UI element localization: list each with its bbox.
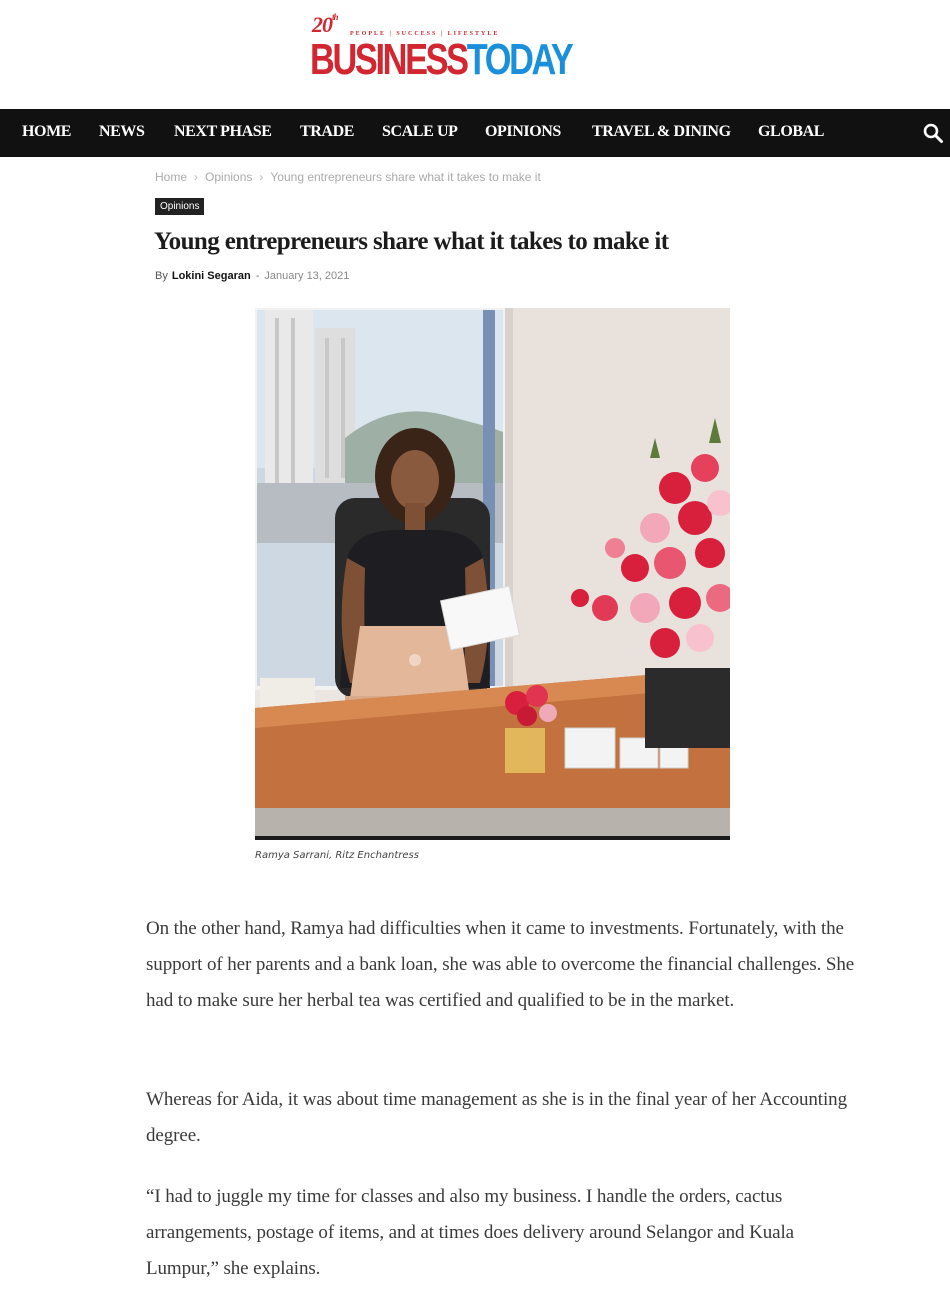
category-badge[interactable]: Opinions [155,198,205,215]
site-logo[interactable]: 20th PEOPLE | SUCCESS | LIFESTYLE BUSINE… [310,12,574,84]
nav-item-global[interactable]: GLOBAL [758,109,824,157]
by-label: By [155,270,168,282]
breadcrumb-separator: › [194,170,199,184]
main-nav: HOME NEWS NEXT PHASE TRADE SCALE UP OPIN… [0,109,950,157]
author-link[interactable]: Lokini Segaran [172,270,251,282]
nav-item-next-phase[interactable]: NEXT PHASE [174,109,272,157]
article-paragraph: Whereas for Aida, it was about time mana… [146,1089,847,1146]
logo-word-today: TODAY [466,35,574,84]
breadcrumb-current: Young entrepreneurs share what it takes … [270,170,541,184]
logo-word-business: BUSINESS [310,35,469,84]
nav-item-scale-up[interactable]: SCALE UP [382,109,458,157]
breadcrumb: Home › Opinions › Young entrepreneurs share … [155,170,541,184]
nav-item-travel-dining[interactable]: TRAVEL & DINING [592,109,731,157]
featured-image-illustration [255,308,730,840]
nav-item-news[interactable]: NEWS [99,109,145,157]
logo-wordmark: BUSINESSTODAY [310,35,574,84]
nav-item-trade[interactable]: TRADE [300,109,354,157]
nav-item-opinions[interactable]: OPINIONS [485,109,561,157]
breadcrumb-opinions[interactable]: Opinions [205,170,252,184]
image-caption: Ramya Sarrani, Ritz Enchantress [255,850,419,861]
publish-date: January 13, 2021 [264,270,350,282]
badge-number: 20 [312,12,333,37]
nav-item-home[interactable]: HOME [22,109,71,157]
breadcrumb-home[interactable]: Home [155,170,187,184]
byline-dash: - [255,270,260,282]
badge-sup: th [332,12,338,22]
breadcrumb-separator: › [259,170,264,184]
article-paragraph: “I had to juggle my time for classes and… [146,1186,794,1279]
byline: By Lokini Segaran - January 13, 2021 [155,270,349,282]
article-title: Young entrepreneurs share what it takes … [154,228,669,255]
article-paragraph: On the other hand, Ramya had difficultie… [146,918,855,1011]
featured-image [255,308,730,840]
search-icon[interactable] [922,122,944,144]
